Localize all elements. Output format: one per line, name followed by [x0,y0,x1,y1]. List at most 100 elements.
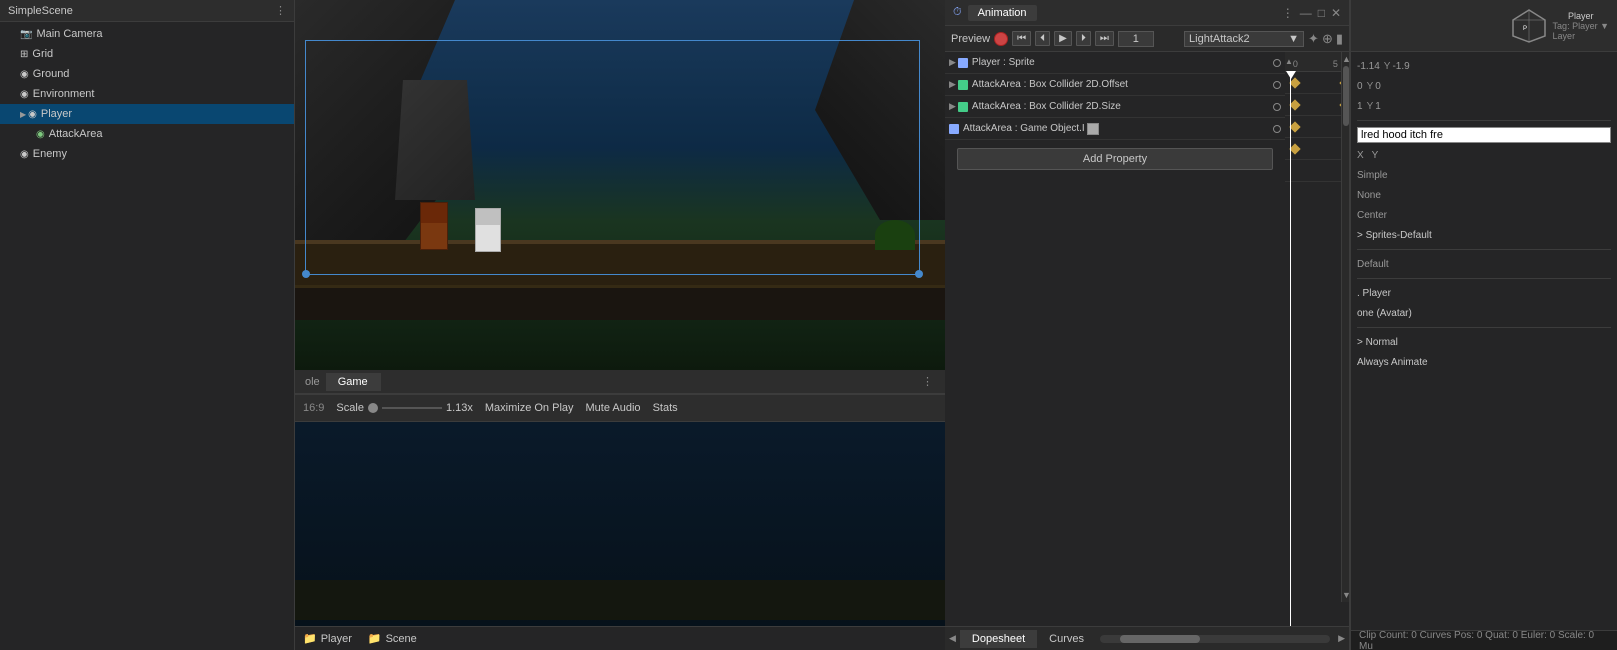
scale-control: Scale 1.13x [336,402,472,414]
kf-gameobj-0 [1289,143,1300,154]
timeline-row-size[interactable] [1285,116,1349,138]
add-property-container: Add Property [945,140,1285,178]
add-keyframe-icon[interactable]: ⊕ [1322,31,1333,47]
last-frame-button[interactable]: ⏭ [1095,31,1114,46]
keyframe-icon[interactable]: ✦ [1308,31,1319,47]
track-expand-icon-3[interactable]: ▶ [949,101,956,112]
track-player-sprite[interactable]: ▶ Player : Sprite [945,52,1285,74]
asset-item-scene[interactable]: 📁 Scene [368,632,417,645]
sidebar-item-environment[interactable]: ◉ Environment [0,84,294,104]
mute-audio-button[interactable]: Mute Audio [586,402,641,414]
minimize-icon[interactable]: — [1300,6,1312,20]
track-dot[interactable] [1273,59,1281,67]
animation-menu-icon[interactable]: ⋮ [1282,6,1294,20]
track-expand-icon[interactable]: ▶ [949,57,956,68]
timeline-empty-row-1 [1285,160,1349,182]
sidebar-item-grid[interactable]: ⊞ Grid [0,44,294,64]
vscroll-up[interactable]: ▲ [1342,54,1349,64]
track-dot-2[interactable] [1273,81,1281,89]
play-button[interactable]: ▶ [1054,31,1072,46]
hierarchy-menu-icon[interactable]: ⋮ [275,4,286,17]
track-dot-4[interactable] [1273,125,1281,133]
sprites-default-label: > Sprites-Default [1357,230,1432,241]
hierarchy-panel: SimpleScene ⋮ 📷 Main Camera ⊞ Grid ◉ Gro… [0,0,295,650]
sidebar-item-main-camera[interactable]: 📷 Main Camera [0,24,294,44]
first-frame-button[interactable]: ⏮ [1012,31,1031,46]
scale-value: 1.13x [446,402,473,414]
track-dot-3[interactable] [1273,103,1281,111]
maximize-icon[interactable]: □ [1318,6,1325,20]
scroll-right-arrow[interactable]: ▶ [1338,633,1345,644]
kf-sprite-0 [1289,77,1300,88]
folder-scene-icon: 📁 [368,632,382,645]
track-label-player-sprite: Player : Sprite [972,57,1035,68]
asset-item-player[interactable]: 📁 Player [303,632,352,645]
track-size[interactable]: ▶ AttackArea : Box Collider 2D.Size [945,96,1285,118]
gameobj-checkbox[interactable] [1087,123,1099,135]
close-icon[interactable]: ✕ [1331,6,1341,20]
vscroll-down[interactable]: ▼ [1342,590,1349,600]
animation-header: ⏱ Animation ⋮ — □ ✕ [945,0,1349,26]
player-icon: ◉ [28,109,37,120]
asset-bar: 📁 Player 📁 Scene [295,626,945,650]
selection-rect [305,40,920,275]
dopesheet-tab[interactable]: Dopesheet [960,630,1037,648]
text-input-field[interactable] [1357,127,1611,143]
vscroll-thumb[interactable] [1343,66,1349,126]
scroll-up-arrow[interactable]: ▲ [1285,57,1293,66]
sprites-default-row[interactable]: > Sprites-Default [1357,225,1611,245]
track-label-gameobj: AttackArea : Game Object.I [963,123,1085,134]
game-controls-bar: 16:9 Scale 1.13x Maximize On Play Mute A… [295,394,945,422]
enemy-icon: ◉ [20,149,29,160]
tag-text: Tag [1553,21,1568,31]
horizontal-scrollbar[interactable] [1100,635,1330,643]
always-animate-row: Always Animate [1357,352,1611,372]
timeline-row-offset[interactable] [1285,94,1349,116]
track-offset[interactable]: ▶ AttackArea : Box Collider 2D.Offset [945,74,1285,96]
track-expand-icon-2[interactable]: ▶ [949,79,956,90]
scale-slider-track[interactable] [382,407,442,409]
selection-handle-bl[interactable] [302,270,310,278]
rot-x-value: 0 [1357,81,1363,92]
sidebar-item-label-grid: Grid [32,48,53,60]
sidebar-item-ground[interactable]: ◉ Ground [0,64,294,84]
add-property-button[interactable]: Add Property [957,148,1273,170]
player-ref-row: . Player [1357,283,1611,303]
track-obj-icon-2 [949,124,959,134]
clip-selector[interactable]: LightAttack2 ▼ [1184,31,1304,47]
curves-tab[interactable]: Curves [1037,630,1096,648]
normal-row[interactable]: > Normal [1357,332,1611,352]
prev-frame-button[interactable]: ⏴ [1035,31,1050,46]
record-button[interactable] [994,32,1008,46]
anim-options-icon[interactable]: ▮ [1336,31,1343,47]
aspect-ratio[interactable]: 16:9 [303,402,324,414]
timeline-row-gameobj[interactable] [1285,138,1349,160]
animation-tab[interactable]: Animation [968,5,1037,21]
scale-x-value: 1 [1357,101,1363,112]
sidebar-item-attackarea[interactable]: ◉ AttackArea [0,124,294,144]
timeline-vscroll[interactable]: ▲ ▼ [1341,52,1349,602]
sidebar-item-enemy[interactable]: ◉ Enemy [0,144,294,164]
stats-button[interactable]: Stats [653,402,678,414]
frame-number-input[interactable] [1118,31,1154,47]
scale-slider-thumb[interactable] [368,403,378,413]
gizmo-labels: Player Tag: Player ▼ Layer [1553,11,1609,41]
timeline-row-sprite[interactable] [1285,72,1349,94]
game-tab-menu[interactable]: ⋮ [914,375,941,388]
game-viewport[interactable] [295,0,945,370]
game-tab[interactable]: Game [326,373,381,391]
next-frame-button[interactable]: ⏵ [1076,31,1091,46]
sidebar-item-player[interactable]: ▶ ◉ Player [0,104,294,124]
scroll-left-arrow[interactable]: ◀ [949,633,956,644]
track-gameobj[interactable]: AttackArea : Game Object.I [945,118,1285,140]
maximize-on-play-button[interactable]: Maximize On Play [485,402,574,414]
console-tab[interactable]: ole [299,376,326,388]
animation-panel: ⏱ Animation ⋮ — □ ✕ Preview ⏮ ⏴ ▶ ⏵ ⏭ Li… [945,0,1350,650]
selection-handle-br[interactable] [915,270,923,278]
sidebar-item-label-player: Player [41,108,72,120]
track-green-icon [958,80,968,90]
kf-offset-0 [1289,99,1300,110]
scrollbar-thumb[interactable] [1120,635,1200,643]
rot-y-label: Y [1367,81,1374,92]
track-green-icon-2 [958,102,968,112]
